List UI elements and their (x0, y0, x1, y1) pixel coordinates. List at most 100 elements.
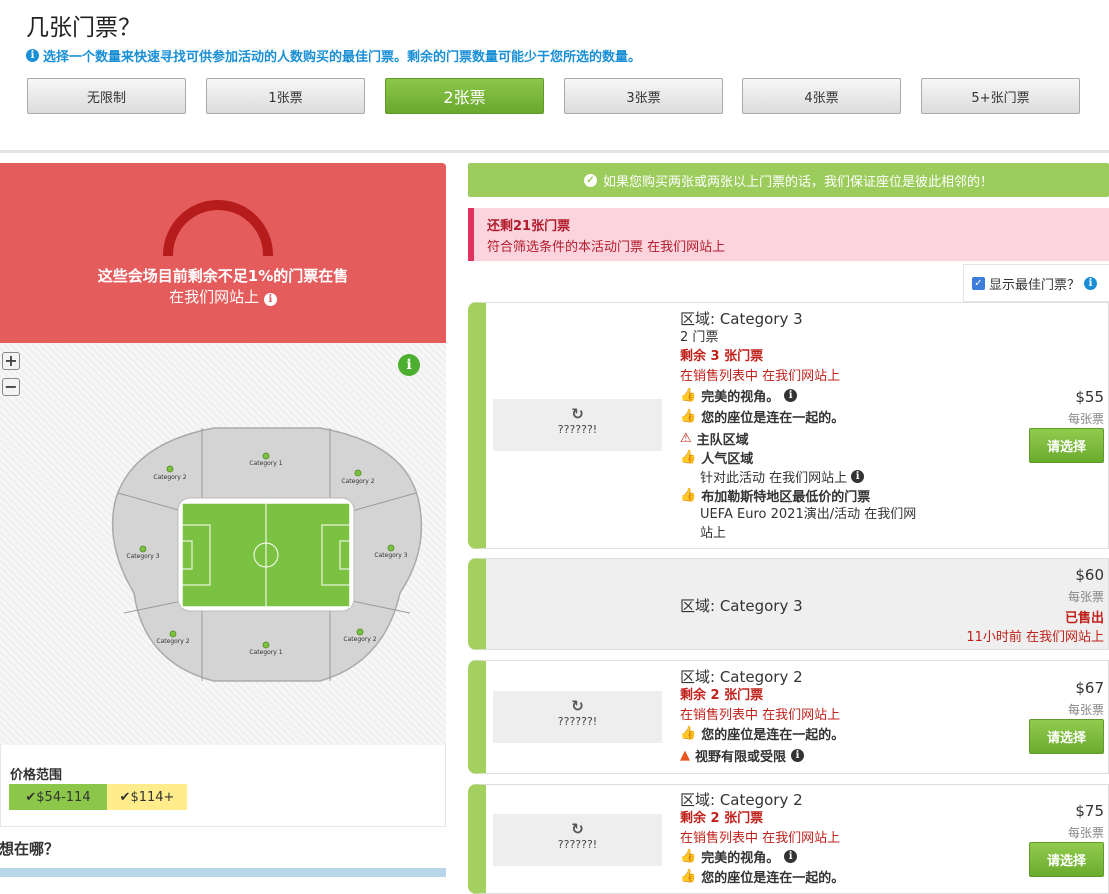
refresh-icon: ↻ (571, 697, 584, 715)
qty-4-button[interactable]: 4张票 (742, 78, 901, 114)
qty-unlimited-button[interactable]: 无限制 (27, 78, 186, 114)
guarantee-banner: ✓ 如果您购买两张或两张以上门票的话，我们保证座位是彼此相邻的！ (468, 163, 1109, 197)
select-button[interactable]: 请选择 (1029, 842, 1104, 877)
feature-row: 👍 完美的视角。 i (680, 847, 798, 866)
listing-thumbnail: ↻ ??????! (493, 399, 662, 451)
listing-status: 在销售列表中 在我们网站上 (680, 708, 841, 723)
feature-row: ⚠ 主队区域 (680, 429, 749, 448)
feature-row: 👍 完美的视角。 i (680, 386, 798, 405)
listing-thumbnail: ↻ ??????! (493, 691, 662, 743)
check-icon: ✔ (25, 789, 37, 805)
checkbox-checked-icon[interactable]: ✓ (972, 276, 985, 290)
section-label-bottom-left: Category 2 (156, 638, 189, 645)
feature-text: 您的座位是连在一起的。 (701, 728, 845, 743)
zoom-out-button[interactable]: − (2, 378, 20, 396)
feature-row: 👍 您的座位是连在一起的。 (680, 407, 844, 426)
select-button[interactable]: 请选择 (1029, 719, 1104, 754)
listing-price: $60 (1075, 566, 1104, 584)
listing-thumbnail: ↻ ??????! (493, 814, 662, 866)
listing-remaining: 剩余 3 张门票 (680, 349, 764, 364)
feature-text: 视野有限或受限 (695, 750, 787, 765)
divider (0, 150, 1109, 153)
warning-icon: ⚠ (680, 431, 692, 446)
stadium-svg[interactable]: Category 1 Category 2 Category 2 Categor… (104, 423, 430, 685)
section-label-right: Category 3 (374, 552, 407, 559)
price-unit: 每张票 (1067, 412, 1104, 426)
check-icon: ✔ (119, 789, 131, 805)
feature-text: 主队区域 (696, 433, 749, 448)
thumbs-up-icon: 👍 (680, 388, 697, 403)
where-title: 你想在哪？ (0, 840, 60, 858)
feature-subtext: UEFA Euro 2021演出/活动 在我们网站上 (700, 507, 917, 541)
qty-5plus-button[interactable]: 5+张门票 (921, 78, 1080, 114)
section-label-top-right: Category 2 (341, 478, 374, 485)
info-icon[interactable]: i (784, 389, 798, 402)
map-info-icon[interactable]: i (398, 354, 420, 376)
info-icon[interactable]: i (263, 293, 277, 306)
listing-price: $55 (1075, 388, 1104, 406)
page-title: 几张门票？ (26, 15, 141, 41)
section-label-left: Category 3 (126, 553, 159, 560)
scarcity-subtitle-text: 在我们网站上 (169, 288, 260, 306)
info-icon[interactable]: i (784, 850, 798, 863)
price-chip-high-label: $114+ (130, 789, 175, 805)
qty-2-button[interactable]: 2张票 (385, 78, 544, 114)
refresh-icon: ↻ (571, 820, 584, 838)
quantity-hint-text: 选择一个数量来快速寻找可供参加活动的人数购买的最佳门票。剩余的门票数量可能少于您… (43, 50, 642, 65)
price-chip-low[interactable]: ✔ $54-114 (9, 784, 107, 810)
section-label-top-left: Category 2 (153, 474, 186, 481)
price-chip-low-label: $54-114 (36, 789, 91, 805)
quantity-hint: i 选择一个数量来快速寻找可供参加活动的人数购买的最佳门票。剩余的门票数量可能少… (26, 46, 641, 65)
feature-subtext-label: 针对此活动 在我们网站上 (700, 471, 848, 486)
listing-price: $67 (1075, 679, 1104, 697)
info-icon[interactable]: i (851, 470, 865, 483)
qty-3-button[interactable]: 3张票 (564, 78, 723, 114)
feature-text: 人气区域 (701, 452, 754, 467)
price-unit: 每张票 (1067, 703, 1104, 717)
thumbs-up-icon: 👍 (680, 726, 697, 741)
check-circle-icon: ✓ (583, 173, 597, 187)
select-button[interactable]: 请选择 (1029, 428, 1104, 463)
info-icon[interactable]: i (791, 749, 805, 762)
thumbnail-text: ??????! (557, 423, 598, 436)
feature-row: ▲ 视野有限或受限 i (680, 746, 805, 765)
show-best-label: 显示最佳门票？ (989, 277, 1081, 293)
section-label-bottom-mid: Category 1 (249, 649, 282, 656)
feature-row: 👍 您的座位是连在一起的。 (680, 724, 844, 743)
scarcity-title: 这些会场目前剩余不足1%的门票在售 (97, 267, 349, 285)
price-range-title: 价格范围 (10, 768, 63, 783)
thumbs-up-icon: 👍 (680, 488, 697, 503)
price-chip-high[interactable]: ✔ $114+ (107, 784, 187, 810)
thumbs-up-icon: 👍 (680, 409, 697, 424)
guarantee-text: 如果您购买两张或两张以上门票的话，我们保证座位是彼此相邻的！ (602, 174, 993, 190)
price-unit: 每张票 (1067, 826, 1104, 840)
zoom-in-button[interactable]: + (2, 352, 20, 370)
remaining-title: 还剩21张门票 (487, 219, 571, 234)
section-label-bottom-right: Category 2 (343, 636, 376, 643)
thumbs-up-icon: 👍 (680, 450, 697, 465)
listing-zone: 区域: Category 3 (680, 597, 803, 615)
qty-1-button[interactable]: 1张票 (206, 78, 365, 114)
remaining-subtitle: 符合筛选条件的本活动门票 在我们网站上 (487, 240, 726, 255)
feature-text: 完美的视角。 (701, 390, 780, 405)
listing-remaining: 剩余 2 张门票 (680, 688, 764, 703)
section-label-top-mid: Category 1 (249, 460, 282, 467)
listing-status: 在销售列表中 在我们网站上 (680, 831, 841, 846)
where-bar (0, 868, 446, 877)
listing-count: 2 门票 (680, 330, 719, 345)
price-unit: 每张票 (1067, 590, 1104, 604)
feature-row: 👍 布加勒斯特地区最低价的门票 (680, 486, 870, 505)
listing-price: $75 (1075, 802, 1104, 820)
thumbnail-text: ??????! (557, 838, 598, 851)
info-icon[interactable]: i (1084, 276, 1098, 290)
scarcity-subtitle: 在我们网站上 i (0, 286, 446, 307)
listing-remaining: 剩余 2 张门票 (680, 811, 764, 826)
thumbnail-text: ??????! (557, 715, 598, 728)
feature-text: 您的座位是连在一起的。 (701, 411, 845, 426)
feature-row: 👍 人气区域 (680, 448, 753, 467)
feature-subtext: 针对此活动 在我们网站上 i (700, 467, 865, 486)
show-best-toggle[interactable]: ✓ 显示最佳门票？ i (963, 264, 1109, 302)
thumbs-up-icon: 👍 (680, 849, 697, 864)
feature-text: 布加勒斯特地区最低价的门票 (701, 490, 871, 505)
sold-time: 11小时前 在我们网站上 (966, 630, 1104, 645)
